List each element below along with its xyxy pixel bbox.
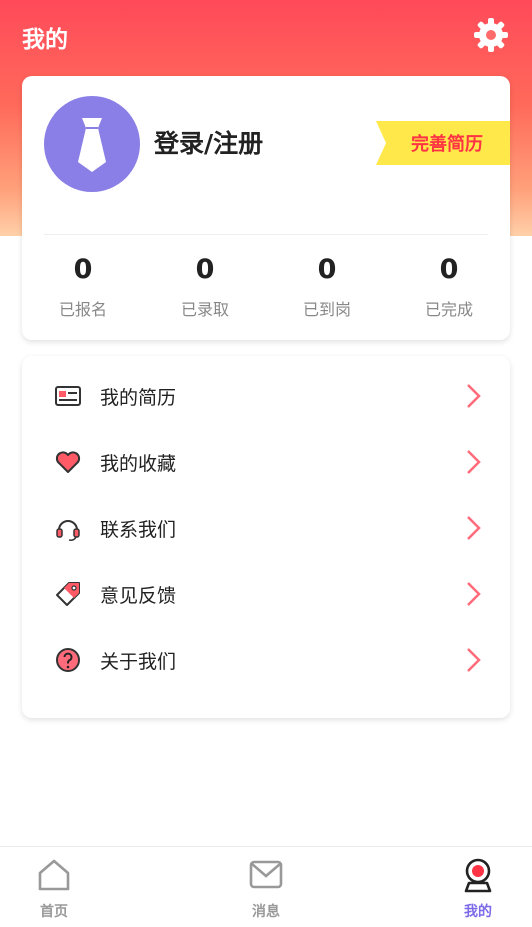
profile-icon (464, 858, 492, 893)
bottom-tab-bar: 首页 消息 我的 (0, 846, 532, 927)
resume-card-icon (55, 386, 81, 406)
stat-completed[interactable]: 0 已完成 (388, 252, 510, 320)
chevron-right-icon (467, 516, 481, 540)
login-register-link[interactable]: 登录/注册 (154, 124, 263, 160)
stat-label: 已录取 (180, 300, 229, 319)
stat-registered[interactable]: 0 已报名 (22, 252, 144, 320)
stat-value: 0 (317, 254, 337, 285)
stat-value: 0 (195, 254, 215, 285)
tab-label: 我的 (464, 904, 492, 920)
tab-label: 消息 (252, 904, 280, 920)
tab-label: 首页 (40, 904, 68, 920)
menu-item-about-us[interactable]: 关于我们 (22, 627, 510, 693)
stat-value: 0 (73, 254, 93, 285)
menu-item-my-favorites[interactable]: 我的收藏 (22, 429, 510, 495)
settings-gear-icon[interactable] (472, 16, 510, 54)
page-title: 我的 (22, 27, 68, 53)
chevron-right-icon (467, 582, 481, 606)
menu-card: 我的简历 我的收藏 联系我们 意见反馈 关于我们 (22, 356, 510, 718)
tie-icon (78, 118, 106, 172)
heart-icon (55, 451, 81, 473)
menu-item-contact-us[interactable]: 联系我们 (22, 495, 510, 561)
divider (44, 234, 488, 235)
menu-label: 我的简历 (100, 386, 177, 409)
tab-mine[interactable]: 我的 (428, 847, 528, 927)
menu-label: 关于我们 (100, 650, 177, 673)
menu-label: 我的收藏 (100, 452, 177, 475)
menu-label: 意见反馈 (100, 584, 177, 607)
stat-label: 已报名 (58, 300, 107, 319)
tab-messages[interactable]: 消息 (216, 847, 316, 927)
headset-icon (56, 520, 80, 541)
stat-value: 0 (439, 254, 459, 285)
stat-accepted[interactable]: 0 已录取 (144, 252, 266, 320)
tab-home[interactable]: 首页 (4, 847, 104, 927)
stat-label: 已到岗 (302, 300, 351, 319)
menu-item-feedback[interactable]: 意见反馈 (22, 561, 510, 627)
tag-icon (56, 582, 80, 606)
avatar[interactable] (44, 96, 140, 192)
chevron-right-icon (467, 450, 481, 474)
chevron-right-icon (467, 648, 481, 672)
stat-onboarded[interactable]: 0 已到岗 (266, 252, 388, 320)
question-icon (56, 648, 80, 672)
mail-icon (249, 860, 283, 889)
complete-resume-tag[interactable]: 完善简历 (376, 121, 510, 165)
stat-label: 已完成 (424, 300, 473, 319)
profile-card: 登录/注册 完善简历 0 已报名 0 已录取 0 已到岗 0 已完成 (22, 76, 510, 340)
menu-item-my-resume[interactable]: 我的简历 (22, 363, 510, 429)
home-icon (38, 859, 70, 891)
menu-label: 联系我们 (100, 518, 177, 541)
chevron-right-icon (467, 384, 481, 408)
